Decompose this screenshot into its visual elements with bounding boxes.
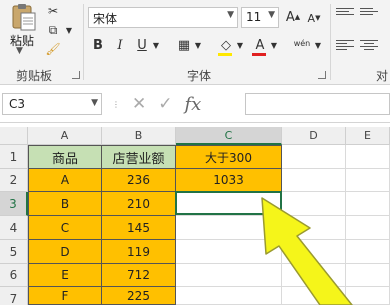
annotation-arrow-icon <box>261 197 353 305</box>
